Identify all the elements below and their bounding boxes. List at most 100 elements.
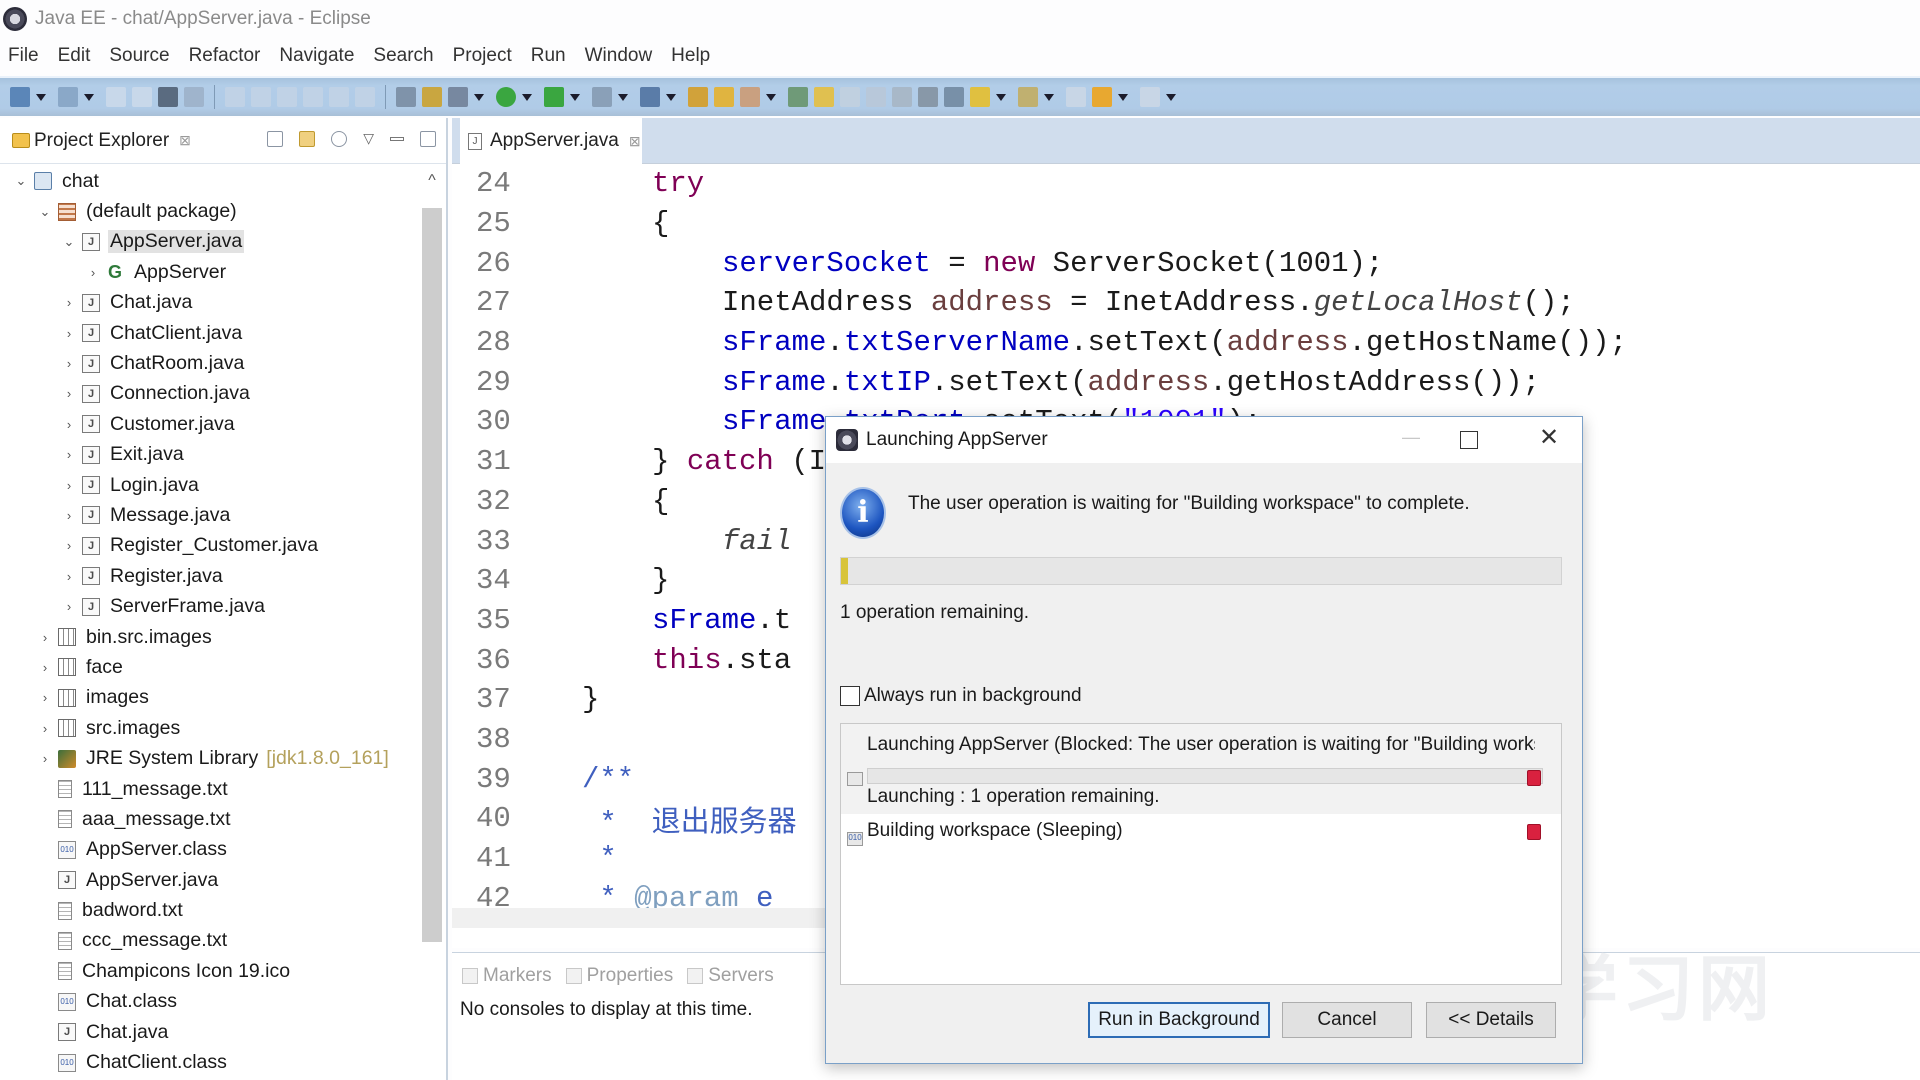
new-file-icon[interactable] [58,87,78,107]
show-whitespace-icon[interactable] [840,87,860,107]
maximize-icon[interactable] [1460,431,1478,449]
step-return-icon[interactable] [329,87,349,107]
code-line[interactable]: 25 { [452,204,1920,244]
new-java-project-dropdown-icon[interactable] [618,93,628,101]
search-dropdown-icon[interactable] [766,93,776,101]
last-edit-icon[interactable] [1066,87,1086,107]
globe-icon[interactable] [918,87,938,107]
explorer-scrollbar[interactable]: ^ [420,166,444,1080]
code-line[interactable]: 27 InetAddress address = InetAddress.getL… [452,283,1920,323]
forward-dropdown-icon[interactable] [1166,93,1176,101]
previous-annotation-icon[interactable] [1018,87,1038,107]
new-file-dropdown-icon[interactable] [84,93,94,101]
tab-project-explorer[interactable]: Project Explorer ⊠ [0,118,191,164]
stop-job-icon[interactable] [1527,770,1541,786]
external-tools-icon[interactable] [544,87,564,107]
toggle-breakpoint-icon[interactable] [396,87,416,107]
chevron-right-icon[interactable]: › [62,295,76,310]
job-item[interactable]: Launching AppServer (Blocked: The user o… [841,724,1561,814]
minimize-icon[interactable] [390,136,404,141]
tree-item[interactable]: › J ChatRoom.java [0,348,420,378]
tree-item[interactable]: › J Connection.java [0,379,420,409]
new-server-dropdown-icon[interactable] [666,93,676,101]
tab-properties[interactable]: Properties [565,965,673,987]
chevron-right-icon[interactable]: › [62,599,76,614]
collapse-all-icon[interactable] [267,130,284,147]
tree-item[interactable]: › J Chat.java [0,288,420,318]
tree-item[interactable]: › JRE System Library [jdk1.8.0_161] [0,743,420,773]
open-type-icon[interactable] [688,87,708,107]
tree-item[interactable]: ⌄ J AppServer.java [0,227,420,257]
chevron-right-icon[interactable]: › [38,690,52,705]
back-dropdown-icon[interactable] [1118,93,1128,101]
tree-item[interactable]: › face [0,652,420,682]
undo-icon[interactable] [225,87,245,107]
debug-dropdown-icon[interactable] [474,93,484,101]
tree-item[interactable]: › bin.src.images [0,622,420,652]
tree-item[interactable]: › J Customer.java [0,409,420,439]
menu-file[interactable]: File [8,45,39,67]
tree-item[interactable]: 111_message.txt [0,774,420,804]
tree-item[interactable]: ⌄ chat [0,166,420,196]
close-icon[interactable]: ⊠ [629,133,641,150]
new-icon[interactable] [10,87,30,107]
new-java-project-icon[interactable] [592,87,612,107]
save-all-icon[interactable] [132,87,152,107]
stop-job-icon[interactable] [1527,824,1541,840]
always-run-in-background-label[interactable]: Always run in background [864,685,1082,707]
cut-icon[interactable] [184,87,204,107]
step-over-icon[interactable] [303,87,323,107]
menu-source[interactable]: Source [109,45,169,67]
debug-icon[interactable] [448,87,468,107]
save-icon[interactable] [106,87,126,107]
run-in-background-button[interactable]: Run in Background [1088,1002,1270,1038]
new-server-icon[interactable] [640,87,660,107]
chevron-right-icon[interactable]: › [38,630,52,645]
menu-navigate[interactable]: Navigate [279,45,354,67]
run-icon[interactable] [496,87,516,107]
tree-item[interactable]: › J Exit.java [0,440,420,470]
tree-item[interactable]: › J Login.java [0,470,420,500]
chevron-right-icon[interactable]: › [62,417,76,432]
tab-markers[interactable]: Markers [462,965,552,987]
details-button[interactable]: << Details [1426,1002,1556,1038]
chevron-right-icon[interactable]: › [62,538,76,553]
menu-search[interactable]: Search [373,45,433,67]
new-dropdown-icon[interactable] [36,93,46,101]
chevron-right-icon[interactable]: › [38,721,52,736]
tree-item[interactable]: ⌄ (default package) [0,196,420,226]
tree-item[interactable]: Champicons Icon 19.ico [0,956,420,986]
back-icon[interactable] [1092,87,1112,107]
chevron-right-icon[interactable]: › [62,478,76,493]
close-icon[interactable]: ⊠ [179,132,191,149]
chevron-right-icon[interactable]: › [62,508,76,523]
code-line[interactable]: 24 try [452,164,1920,204]
next-annotation-dropdown-icon[interactable] [996,93,1006,101]
chevron-right-icon[interactable]: › [62,356,76,371]
always-run-in-background-checkbox[interactable] [840,686,860,706]
tree-item[interactable]: › G AppServer [0,257,420,287]
forward-icon[interactable] [1140,87,1160,107]
tab-servers[interactable]: Servers [687,965,774,987]
chevron-right-icon[interactable]: › [62,326,76,341]
explorer-scroll-thumb[interactable] [422,208,442,942]
code-line[interactable]: 28 sFrame.txtServerName.setText(address.g… [452,323,1920,363]
search-icon[interactable] [740,87,760,107]
chevron-right-icon[interactable]: › [62,447,76,462]
run-dropdown-icon[interactable] [522,93,532,101]
tree-item[interactable]: J Chat.java [0,1017,420,1047]
code-line[interactable]: 29 sFrame.txtIP.setText(address.getHostAd… [452,362,1920,402]
always-run-in-background-option[interactable]: Always run in background [840,685,1082,707]
menu-help[interactable]: Help [671,45,710,67]
chevron-down-icon[interactable]: ⌄ [62,234,76,250]
tree-item[interactable]: › J ServerFrame.java [0,591,420,621]
chevron-down-icon[interactable]: ⌄ [38,204,52,220]
tree-item[interactable]: › J Register_Customer.java [0,531,420,561]
code-line[interactable]: 26 serverSocket = new ServerSocket(1001); [452,243,1920,283]
sync-icon[interactable] [944,87,964,107]
block-selection-icon[interactable] [866,87,886,107]
tree-item[interactable]: badword.txt [0,895,420,925]
tree-item[interactable]: › J Message.java [0,500,420,530]
open-folder-icon[interactable] [714,87,734,107]
filter-icon[interactable] [331,130,348,147]
